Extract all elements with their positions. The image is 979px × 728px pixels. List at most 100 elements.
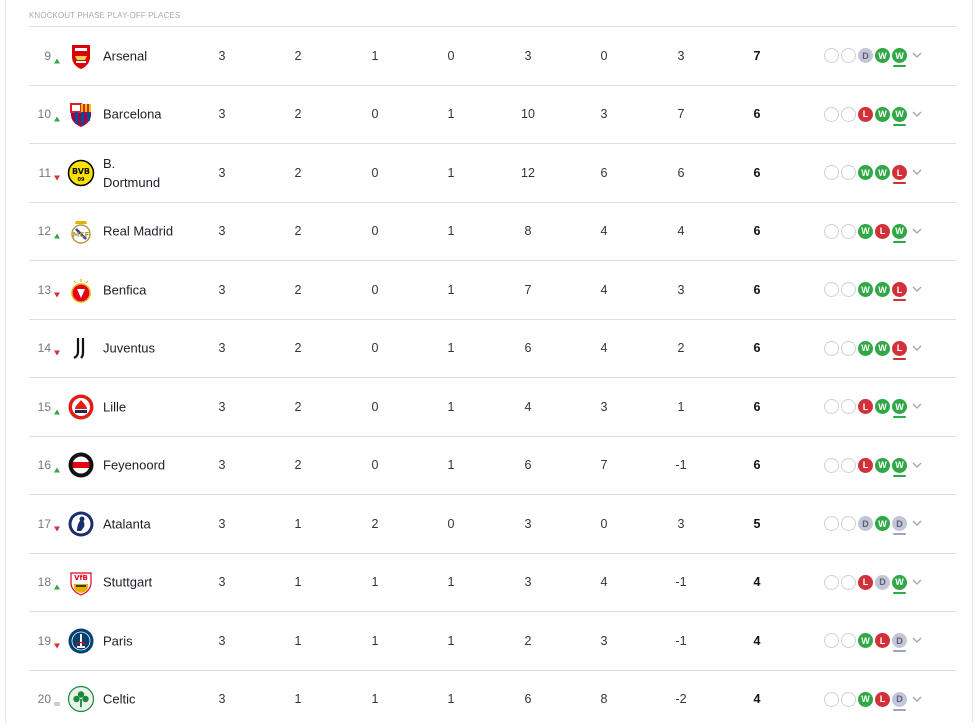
form-result[interactable]: W <box>875 341 890 356</box>
stat-played: 3 <box>207 692 237 706</box>
chevron-down-icon[interactable] <box>911 518 923 530</box>
form-result[interactable]: W <box>858 165 873 180</box>
table-row[interactable]: 12MCFReal Madrid32018446WLW <box>29 202 956 261</box>
chevron-down-icon[interactable] <box>911 50 923 62</box>
chevron-down-icon[interactable] <box>911 167 923 179</box>
team-name[interactable]: B. Dortmund <box>103 154 173 192</box>
team-name[interactable]: Celtic <box>103 690 193 709</box>
team-name[interactable]: Atalanta <box>103 514 193 533</box>
stat-won: 2 <box>283 283 313 297</box>
form-result[interactable]: D <box>858 48 873 63</box>
form-result[interactable]: W <box>875 107 890 122</box>
table-row[interactable]: 10Barcelona320110376LWW <box>29 85 956 144</box>
stat-lost: 1 <box>436 458 466 472</box>
form-result[interactable]: W <box>892 107 907 122</box>
form-result[interactable]: L <box>875 633 890 648</box>
form-result[interactable]: D <box>892 516 907 531</box>
chevron-down-icon[interactable] <box>911 459 923 471</box>
team-name[interactable]: Paris <box>103 631 193 650</box>
chevron-down-icon[interactable] <box>911 342 923 354</box>
form-result[interactable]: W <box>875 282 890 297</box>
form-result[interactable]: L <box>875 224 890 239</box>
form-empty-slot <box>824 282 839 297</box>
stat-gd: 2 <box>666 341 696 355</box>
form-result[interactable]: W <box>858 224 873 239</box>
form-result[interactable]: W <box>858 692 873 707</box>
stat-gd: -1 <box>666 634 696 648</box>
form-result[interactable]: W <box>875 48 890 63</box>
form-empty-slot <box>824 341 839 356</box>
form-result[interactable]: W <box>892 399 907 414</box>
form-result[interactable]: D <box>875 575 890 590</box>
form-result[interactable]: W <box>875 516 890 531</box>
chevron-down-icon[interactable] <box>911 401 923 413</box>
lille-crest-icon <box>67 393 95 421</box>
table-row[interactable]: 18VfBStuttgart311134-14LDW <box>29 553 956 612</box>
form-result[interactable]: D <box>858 516 873 531</box>
team-name[interactable]: Barcelona <box>103 105 193 124</box>
chevron-down-icon[interactable] <box>911 284 923 296</box>
stat-pts: 6 <box>742 341 772 355</box>
table-row[interactable]: 11BVB09B. Dortmund320112666WWL <box>29 143 956 202</box>
team-name[interactable]: Feyenoord <box>103 456 193 475</box>
form-result[interactable]: W <box>858 633 873 648</box>
form-result[interactable]: L <box>858 458 873 473</box>
table-row[interactable]: 20Celtic311168-24WLD <box>29 670 956 728</box>
form-result[interactable]: L <box>892 282 907 297</box>
form-result[interactable]: W <box>892 48 907 63</box>
stat-gd: -2 <box>666 692 696 706</box>
stat-won: 2 <box>283 458 313 472</box>
form-result[interactable]: W <box>892 458 907 473</box>
form-result[interactable]: D <box>892 633 907 648</box>
form-result[interactable]: W <box>892 224 907 239</box>
table-row[interactable]: 19Paris311123-14WLD <box>29 611 956 670</box>
form-empty-slot <box>841 575 856 590</box>
chevron-down-icon[interactable] <box>911 693 923 705</box>
chevron-down-icon[interactable] <box>911 108 923 120</box>
stat-played: 3 <box>207 283 237 297</box>
chevron-down-icon[interactable] <box>911 635 923 647</box>
team-name[interactable]: Stuttgart <box>103 573 193 592</box>
team-name[interactable]: Real Madrid <box>103 222 193 241</box>
stat-ga: 8 <box>589 692 619 706</box>
chevron-down-icon[interactable] <box>911 576 923 588</box>
stat-pts: 6 <box>742 166 772 180</box>
form-result[interactable]: L <box>858 107 873 122</box>
stat-drawn: 2 <box>360 517 390 531</box>
table-row[interactable]: 9Arsenal32103037DWW <box>29 26 956 85</box>
chevron-down-icon[interactable] <box>911 225 923 237</box>
table-row[interactable]: 15Lille32014316LWW <box>29 377 956 436</box>
form-guide: DWD <box>824 516 923 532</box>
team-name[interactable]: Lille <box>103 397 193 416</box>
trend-down-icon <box>53 286 61 294</box>
table-row[interactable]: 14Juventus32016426WWL <box>29 319 956 378</box>
stat-drawn: 0 <box>360 166 390 180</box>
form-result[interactable]: W <box>875 458 890 473</box>
team-name[interactable]: Benfica <box>103 280 193 299</box>
form-result[interactable]: W <box>858 341 873 356</box>
table-row[interactable]: 16Feyenoord320167-16LWW <box>29 436 956 495</box>
form-result[interactable]: L <box>875 692 890 707</box>
form-result[interactable]: L <box>892 341 907 356</box>
stat-drawn: 1 <box>360 692 390 706</box>
form-result[interactable]: L <box>858 399 873 414</box>
stat-lost: 1 <box>436 107 466 121</box>
table-row[interactable]: 13Benfica32017436WWL <box>29 260 956 319</box>
stat-lost: 0 <box>436 49 466 63</box>
form-result[interactable]: L <box>892 165 907 180</box>
team-name[interactable]: Arsenal <box>103 46 193 65</box>
form-result[interactable]: W <box>892 575 907 590</box>
team-name[interactable]: Juventus <box>103 339 193 358</box>
stat-lost: 1 <box>436 400 466 414</box>
form-result[interactable]: W <box>875 399 890 414</box>
stat-gd: 3 <box>666 49 696 63</box>
stat-lost: 1 <box>436 634 466 648</box>
form-result[interactable]: W <box>858 282 873 297</box>
stat-gf: 10 <box>513 107 543 121</box>
form-result[interactable]: W <box>875 165 890 180</box>
svg-text:BVB: BVB <box>72 167 90 176</box>
form-result[interactable]: L <box>858 575 873 590</box>
form-result[interactable]: D <box>892 692 907 707</box>
table-row[interactable]: 17Atalanta31203035DWD <box>29 494 956 553</box>
stat-gf: 3 <box>513 517 543 531</box>
